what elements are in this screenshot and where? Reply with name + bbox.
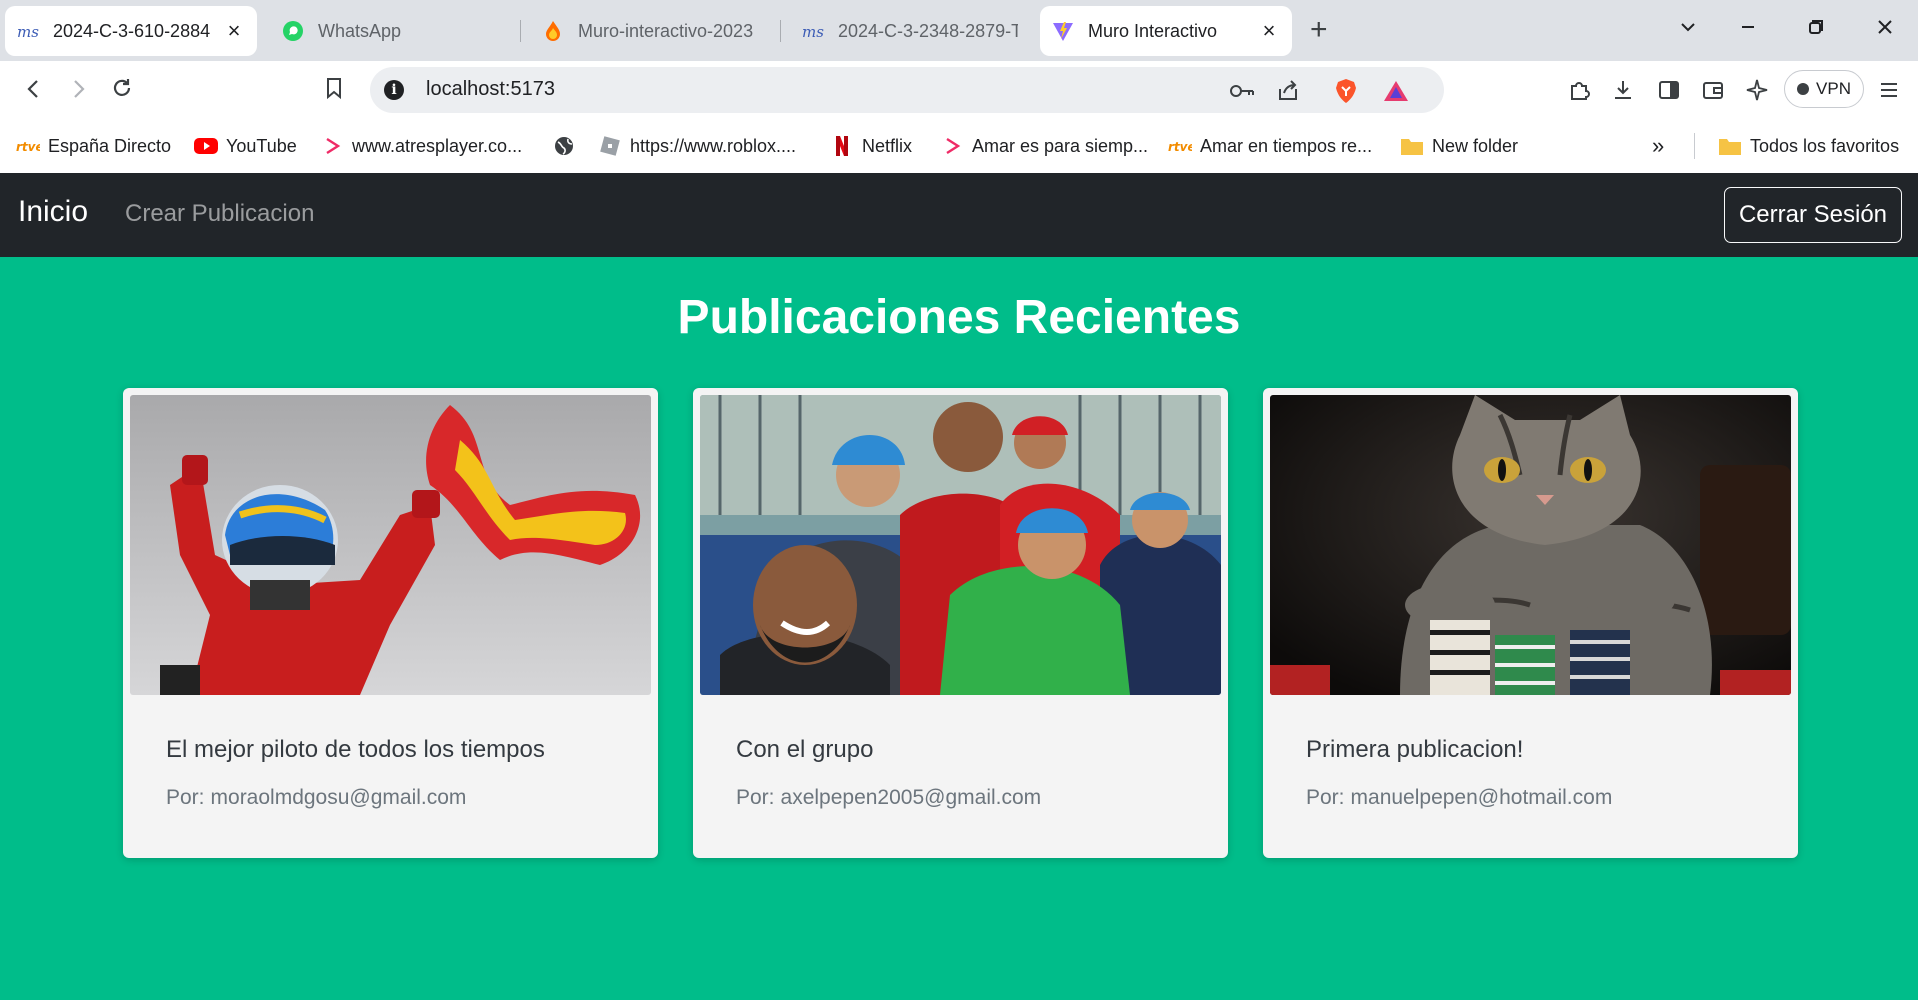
tab-2[interactable]: WhatsApp — [270, 6, 510, 56]
bookmarks-bar: rtve España Directo YouTube www.atrespla… — [0, 119, 1918, 173]
vpn-status-dot — [1797, 83, 1810, 95]
firebase-icon — [542, 20, 564, 42]
chevron-down-icon[interactable] — [1668, 10, 1708, 50]
bookmark-item[interactable]: rtve Amar en tiempos re... — [1168, 131, 1372, 161]
vpn-button[interactable]: VPN — [1784, 70, 1864, 108]
extensions-icon[interactable] — [1564, 75, 1594, 105]
post-title: Con el grupo — [736, 736, 874, 763]
share-icon[interactable] — [1274, 77, 1302, 105]
bookmark-item[interactable]: YouTube — [194, 131, 297, 161]
tab-1[interactable]: ms 2024-C-3-610-2884 × — [5, 6, 257, 56]
bookmark-item[interactable]: New folder — [1400, 131, 1518, 161]
close-icon[interactable]: × — [1258, 18, 1280, 44]
tab-separator — [780, 20, 781, 42]
brave-rewards-icon[interactable] — [1382, 77, 1410, 105]
new-tab-button[interactable]: + — [1310, 12, 1328, 48]
address-bar[interactable]: i localhost:5173 — [370, 67, 1444, 113]
all-bookmarks-folder[interactable]: Todos los favoritos — [1718, 131, 1899, 161]
bookmark-item[interactable] — [552, 131, 584, 161]
tab-3[interactable]: Muro-interactivo-2023 — [530, 6, 770, 56]
tab-title: 2024-C-3-2348-2879-T — [838, 20, 1018, 41]
rtve-icon: rtve — [1168, 135, 1192, 157]
menu-icon[interactable] — [1874, 75, 1904, 105]
minimize-icon[interactable] — [1728, 10, 1768, 50]
vite-icon — [1052, 20, 1074, 42]
logout-button[interactable]: Cerrar Sesión — [1724, 187, 1902, 243]
svg-text:rtve: rtve — [16, 140, 40, 153]
post-image-racing-driver — [130, 395, 651, 695]
back-arrow-icon[interactable] — [14, 71, 54, 111]
post-card[interactable]: Con el grupo Por: axelpepen2005@gmail.com — [693, 388, 1228, 858]
bookmarks-overflow-button[interactable]: » — [1652, 131, 1664, 161]
sidebar-icon[interactable] — [1654, 75, 1684, 105]
post-image-cat-poker — [1270, 395, 1791, 695]
folder-icon — [1718, 135, 1742, 157]
bookmark-icon[interactable] — [314, 71, 354, 111]
url-text[interactable]: localhost:5173 — [426, 78, 555, 101]
close-icon[interactable]: × — [223, 18, 245, 44]
download-icon[interactable] — [1608, 75, 1638, 105]
youtube-icon — [194, 135, 218, 157]
tab-title: WhatsApp — [318, 20, 402, 41]
bookmark-item[interactable]: rtve España Directo — [16, 131, 171, 161]
post-title: Primera publicacion! — [1306, 736, 1524, 763]
reload-icon[interactable] — [102, 71, 142, 111]
post-card[interactable]: El mejor piloto de todos los tiempos Por… — [123, 388, 658, 858]
app-navbar: Inicio Crear Publicacion Cerrar Sesión — [0, 173, 1918, 257]
tab-5-active[interactable]: Muro Interactivo × — [1040, 6, 1292, 56]
page-title: Publicaciones Recientes — [677, 291, 1241, 344]
rtve-icon: rtve — [16, 135, 40, 157]
whatsapp-icon — [282, 20, 304, 42]
post-card[interactable]: Primera publicacion! Por: manuelpepen@hot… — [1263, 388, 1798, 858]
site-info-icon[interactable]: i — [384, 80, 404, 100]
tab-4[interactable]: ms 2024-C-3-2348-2879-T — [790, 6, 1030, 56]
browser-tab-strip: ms 2024-C-3-610-2884 × WhatsApp Muro-int… — [0, 0, 1918, 61]
ms-icon: ms — [802, 20, 824, 42]
post-title: El mejor piloto de todos los tiempos — [166, 736, 545, 763]
browser-toolbar: i localhost:5173 VPN — [0, 61, 1918, 119]
post-author: Por: moraolmdgosu@gmail.com — [166, 786, 467, 809]
key-icon[interactable] — [1228, 77, 1256, 105]
nav-brand-inicio[interactable]: Inicio — [18, 195, 88, 229]
bookmark-item[interactable]: Amar es para siemp... — [940, 131, 1148, 161]
svg-text:ms: ms — [17, 23, 39, 41]
bookmark-item[interactable]: https://www.roblox.... — [598, 131, 796, 161]
svg-text:rtve: rtve — [1168, 140, 1192, 153]
tab-separator — [520, 20, 521, 42]
close-window-icon[interactable] — [1865, 10, 1905, 50]
tab-title: Muro-interactivo-2023 — [578, 20, 754, 41]
wallet-icon[interactable] — [1698, 75, 1728, 105]
restore-icon[interactable] — [1796, 10, 1836, 50]
forward-arrow-icon[interactable] — [58, 71, 98, 111]
atresplayer-icon — [940, 135, 964, 157]
atresplayer-icon — [320, 135, 344, 157]
nav-link-crear-publicacion[interactable]: Crear Publicacion — [125, 200, 314, 228]
bookmark-item[interactable]: Netflix — [830, 131, 912, 161]
divider — [1694, 133, 1695, 159]
svg-text:ms: ms — [802, 23, 824, 41]
tab-title: Muro Interactivo — [1088, 20, 1218, 41]
globe-icon — [552, 135, 576, 157]
ms-icon: ms — [17, 20, 39, 42]
roblox-icon — [598, 135, 622, 157]
vpn-label: VPN — [1816, 79, 1851, 98]
post-image-group-selfie — [700, 395, 1221, 695]
tab-title: 2024-C-3-610-2884 — [53, 20, 211, 41]
post-author: Por: axelpepen2005@gmail.com — [736, 786, 1042, 809]
netflix-icon — [830, 135, 854, 157]
brave-shields-icon[interactable] — [1332, 77, 1360, 105]
post-author: Por: manuelpepen@hotmail.com — [1306, 786, 1613, 809]
folder-icon — [1400, 135, 1424, 157]
leo-ai-icon[interactable] — [1742, 75, 1772, 105]
bookmark-item[interactable]: www.atresplayer.co... — [320, 131, 522, 161]
